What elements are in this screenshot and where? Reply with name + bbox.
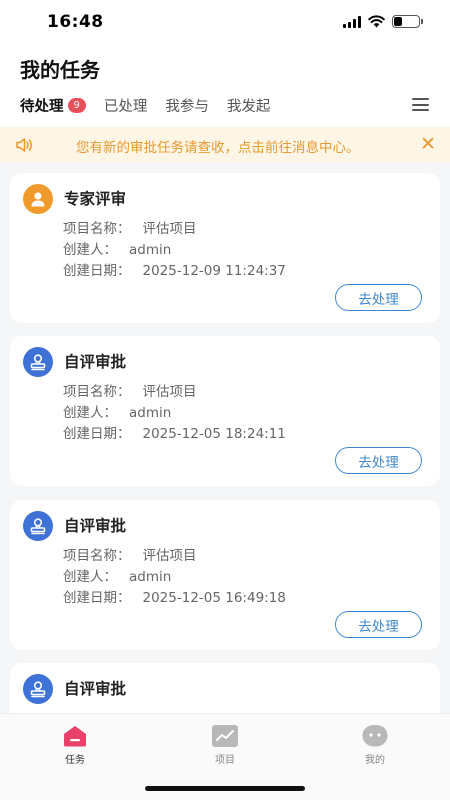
status-icons — [343, 15, 423, 28]
wifi-icon — [368, 15, 385, 28]
notice-bar[interactable]: 您有新的审批任务请查收，点击前往消息中心。 ✕ — [0, 127, 450, 163]
nav-profile[interactable]: 我的 — [345, 724, 405, 766]
date-label: 创建日期： — [63, 426, 131, 442]
battery-icon — [392, 15, 423, 28]
approval-stamp-icon — [23, 347, 53, 377]
creator-value: admin — [129, 569, 172, 585]
cellular-signal-icon — [343, 15, 361, 28]
task-list: 专家评审 项目名称： 评估项目 创建人： admin 创建日期： 2025-12-09… — [0, 163, 450, 713]
page-title: 我的任务 — [20, 58, 100, 82]
task-card[interactable]: 自评审批 项目名称： 评估项目 创建人： admin 创建日期： 2025-12-05… — [10, 336, 440, 486]
task-title: 自评审批 — [64, 353, 127, 371]
nav-profile-label: 我的 — [365, 755, 385, 766]
task-tabs: 待处理 9 已处理 我参与 我发起 — [20, 95, 288, 116]
speaker-icon — [16, 138, 32, 152]
creator-label: 创建人： — [63, 242, 117, 258]
creator-value: admin — [129, 405, 172, 421]
task-project-row: 项目名称： 评估项目 — [63, 544, 197, 564]
task-project-row: 项目名称： 评估项目 — [63, 217, 197, 237]
task-home-icon — [64, 726, 86, 747]
tab-processed[interactable]: 已处理 — [104, 95, 148, 116]
date-label: 创建日期： — [63, 590, 131, 606]
project-value: 评估项目 — [142, 384, 197, 400]
task-card[interactable]: 自评审批 项目名称： 评估项目 创建人： admin 创建日期： 2025-12-05… — [10, 500, 440, 650]
pending-count-badge: 9 — [67, 98, 86, 113]
task-creator-row: 创建人： admin — [63, 238, 171, 258]
project-value: 评估项目 — [142, 548, 197, 564]
tab-initiated[interactable]: 我发起 — [227, 95, 271, 116]
creator-value: admin — [129, 242, 172, 258]
project-value: 评估项目 — [142, 221, 197, 237]
expert-person-icon — [23, 184, 53, 214]
nav-projects[interactable]: 项目 — [195, 724, 255, 766]
tab-pending-label: 待处理 — [20, 99, 64, 115]
home-indicator[interactable] — [145, 786, 305, 791]
nav-tasks-label: 任务 — [65, 755, 85, 766]
date-value: 2025-12-05 16:49:18 — [142, 590, 286, 606]
approval-stamp-icon — [23, 511, 53, 541]
date-label: 创建日期： — [63, 263, 131, 279]
task-creator-row: 创建人： admin — [63, 565, 171, 585]
task-date-row: 创建日期： 2025-12-05 18:24:11 — [63, 422, 286, 442]
creator-label: 创建人： — [63, 405, 117, 421]
task-date-row: 创建日期： 2025-12-05 16:49:18 — [63, 586, 286, 606]
project-chart-icon — [212, 725, 238, 747]
process-button[interactable]: 去处理 — [335, 447, 422, 474]
process-button[interactable]: 去处理 — [335, 611, 422, 638]
menu-icon[interactable] — [412, 98, 429, 111]
task-card[interactable]: 专家评审 项目名称： 评估项目 创建人： admin 创建日期： 2025-12-09… — [10, 173, 440, 323]
task-creator-row: 创建人： admin — [63, 401, 171, 421]
date-value: 2025-12-09 11:24:37 — [142, 263, 286, 279]
project-label: 项目名称： — [63, 384, 131, 400]
project-label: 项目名称： — [63, 221, 131, 237]
project-label: 项目名称： — [63, 548, 131, 564]
task-title: 自评审批 — [64, 517, 127, 535]
tab-participated[interactable]: 我参与 — [165, 95, 209, 116]
task-card[interactable]: 自评审批 — [10, 663, 440, 713]
tab-pending[interactable]: 待处理 9 — [20, 95, 86, 116]
task-title: 自评审批 — [64, 680, 127, 698]
date-value: 2025-12-05 18:24:11 — [142, 426, 286, 442]
notice-text[interactable]: 您有新的审批任务请查收，点击前往消息中心。 — [76, 136, 360, 156]
task-date-row: 创建日期： 2025-12-09 11:24:37 — [63, 259, 286, 279]
task-project-row: 项目名称： 评估项目 — [63, 380, 197, 400]
task-title: 专家评审 — [64, 190, 127, 208]
profile-face-icon — [362, 725, 388, 747]
close-icon[interactable]: ✕ — [420, 133, 436, 155]
top-area: 16:48 我的任务 待处理 9 已处理 我参与 我发起 — [0, 0, 450, 126]
creator-label: 创建人： — [63, 569, 117, 585]
approval-stamp-icon — [23, 674, 53, 704]
status-time: 16:48 — [47, 12, 104, 32]
nav-projects-label: 项目 — [215, 755, 235, 766]
nav-tasks[interactable]: 任务 — [45, 724, 105, 766]
process-button[interactable]: 去处理 — [335, 284, 422, 311]
status-bar: 16:48 — [0, 0, 450, 46]
